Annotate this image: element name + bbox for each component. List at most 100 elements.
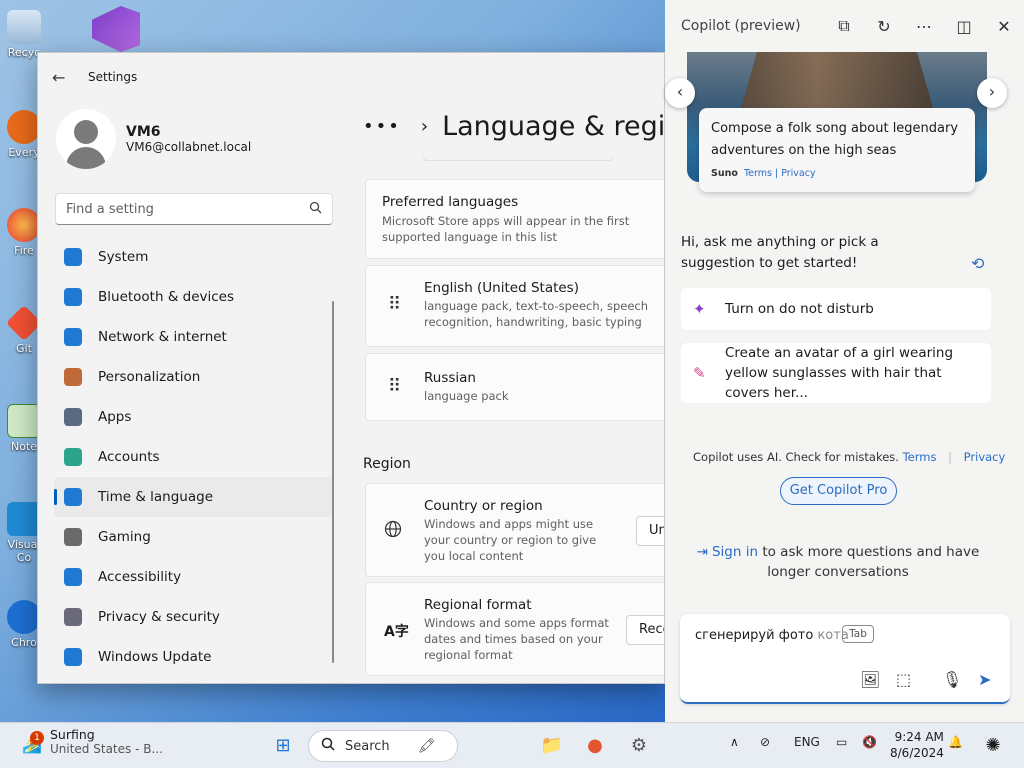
copilot-header: Copilot (preview) ⧉ ↻ ⋯ ◫ ✕ xyxy=(665,0,1024,52)
chevron-right-icon: › xyxy=(420,116,429,137)
firefox-icon[interactable]: ● xyxy=(580,731,610,761)
bluetooth-icon xyxy=(64,288,82,306)
suggestion-avatar[interactable]: ✎ Create an avatar of a girl wearing yel… xyxy=(681,343,991,403)
settings-window: ← Settings VM6 VM6@collabnet.local Find … xyxy=(37,52,665,684)
display-tray-icon[interactable]: ▭ xyxy=(836,735,847,749)
divider: | xyxy=(948,450,953,464)
settings-search-input[interactable]: Find a setting xyxy=(55,193,333,225)
weather-widget[interactable]: Surfing United States - B... 🏄 1 xyxy=(22,727,163,756)
weather-title: Surfing xyxy=(50,727,95,742)
file-explorer-icon[interactable]: 📁 xyxy=(537,731,567,761)
language-item-english[interactable]: ⠿ English (United States) language pack,… xyxy=(365,265,664,347)
search-placeholder: Find a setting xyxy=(66,201,154,217)
carousel-prev-button[interactable]: ‹ xyxy=(665,78,695,108)
volume-tray-icon[interactable]: 🔇 xyxy=(862,735,877,749)
suggestion-do-not-disturb[interactable]: ✦ Turn on do not disturb xyxy=(681,288,991,330)
desktop-icon-label: Visual Co xyxy=(7,538,41,564)
settings-content: ••• › Language & region Preferred langua… xyxy=(363,53,664,683)
clock-date: 8/6/2024 xyxy=(890,746,944,760)
user-name: VM6 xyxy=(126,124,161,140)
screenshot-icon[interactable]: ⬚ xyxy=(896,670,911,689)
search-icon xyxy=(321,737,335,755)
card-terms-link[interactable]: Terms xyxy=(744,168,772,179)
avatar xyxy=(56,109,116,169)
sidebar-item[interactable]: Privacy & security xyxy=(54,597,334,637)
desktop-icon-label: Chro xyxy=(11,636,37,649)
desktop-icon-label: Recyc xyxy=(7,46,41,59)
regional-format-row[interactable]: A字 Regional format Windows and some apps… xyxy=(365,582,664,676)
chat-input[interactable]: сгенерируй фото кота Tab 🖼 ⬚ 🎙 ➤ xyxy=(680,614,1010,704)
regional-format-dropdown[interactable]: Reco xyxy=(626,615,664,645)
signin-prompt: ⇥ Sign in to ask more questions and have … xyxy=(683,542,993,582)
sidebar-item[interactable]: Time & language xyxy=(54,477,334,517)
sidebar-item[interactable]: Windows Update xyxy=(54,637,334,677)
sidebar-item[interactable]: Personalization xyxy=(54,357,334,397)
card-privacy-link[interactable]: Privacy xyxy=(781,168,815,179)
suggestion-card[interactable]: Compose a folk song about legendary adve… xyxy=(699,108,975,192)
regional-format-title: Regional format xyxy=(424,597,532,613)
drag-handle-icon[interactable]: ⠿ xyxy=(388,376,402,397)
nav-scrollbar[interactable] xyxy=(332,301,334,663)
greeting-text: Hi, ask me anything or pick a suggestion… xyxy=(681,234,879,271)
breadcrumb-overflow-icon[interactable]: ••• xyxy=(363,116,401,137)
sidebar-item[interactable]: Apps xyxy=(54,397,334,437)
back-arrow-icon[interactable]: ← xyxy=(52,68,74,87)
tab-key-hint: Tab xyxy=(842,625,874,643)
sidebar-item-label: Time & language xyxy=(98,489,214,505)
sidebar-toggle-icon[interactable]: ◫ xyxy=(944,17,984,36)
clock-time: 9:24 AM xyxy=(894,730,944,744)
sidebar-item[interactable]: System xyxy=(54,237,334,277)
chat-input-text[interactable]: сгенерируй фото кота xyxy=(695,628,849,643)
country-region-row[interactable]: Country or region Windows and apps might… xyxy=(365,483,664,577)
open-new-window-icon[interactable]: ⧉ xyxy=(824,16,864,36)
copilot-taskbar-icon[interactable]: ✺ xyxy=(978,731,1008,761)
language-item-russian[interactable]: ⠿ Russian language pack xyxy=(365,353,664,421)
more-options-icon[interactable]: ⋯ xyxy=(904,17,944,36)
suggestion-card-meta: Suno Terms | Privacy xyxy=(711,168,963,179)
sidebar-item[interactable]: Gaming xyxy=(54,517,334,557)
clock[interactable]: 9:24 AM 8/6/2024 xyxy=(890,729,944,761)
close-icon[interactable]: ✕ xyxy=(984,17,1024,36)
refresh-suggestions-icon[interactable]: ⟲ xyxy=(971,254,984,273)
signin-icon: ⇥ xyxy=(696,544,708,560)
start-button[interactable]: ⊞ xyxy=(268,731,298,761)
terms-link[interactable]: Terms xyxy=(903,450,937,464)
drag-handle-icon[interactable]: ⠿ xyxy=(388,294,402,315)
get-copilot-pro-button[interactable]: Get Copilot Pro xyxy=(780,477,897,505)
signin-link[interactable]: Sign in xyxy=(712,544,758,560)
personalization-icon xyxy=(64,368,82,386)
desktop-icon-label: Every xyxy=(8,146,40,159)
taskbar-search[interactable]: Search 🖍 xyxy=(308,730,458,762)
visual-studio-preview-icon[interactable] xyxy=(92,6,140,52)
privacy-link[interactable]: Privacy xyxy=(964,450,1006,464)
regional-format-icon: A字 xyxy=(384,624,409,640)
window-title: Settings xyxy=(88,70,138,84)
language-name: Russian xyxy=(424,370,476,386)
sidebar-item[interactable]: Accounts xyxy=(54,437,334,477)
show-hidden-icons[interactable]: ∧ xyxy=(730,735,739,749)
settings-taskbar-icon[interactable]: ⚙ xyxy=(624,731,654,761)
sidebar-item-label: Apps xyxy=(98,409,132,425)
sidebar-item[interactable]: Bluetooth & devices xyxy=(54,277,334,317)
sidebar-item[interactable]: Network & internet xyxy=(54,317,334,357)
send-icon[interactable]: ➤ xyxy=(978,670,991,689)
country-dropdown[interactable]: Un xyxy=(636,516,664,546)
microphone-icon[interactable]: 🎙 xyxy=(942,670,962,689)
card-separator: | xyxy=(774,168,779,179)
sidebar-item[interactable]: Accessibility xyxy=(54,557,334,597)
notifications-bell-icon[interactable]: 🔔 xyxy=(948,735,963,749)
refresh-icon[interactable]: ↻ xyxy=(864,17,904,36)
sidebar-item-label: Network & internet xyxy=(98,329,227,345)
sidebar-item-label: Windows Update xyxy=(98,649,212,665)
add-image-icon[interactable]: 🖼 xyxy=(860,670,880,689)
previous-item-edge xyxy=(423,157,613,161)
desktop-icon-label: Note xyxy=(10,440,38,453)
weather-subtitle: United States - B... xyxy=(50,742,163,756)
disclaimer-text: Copilot uses AI. Check for mistakes. xyxy=(693,450,899,464)
time-language-icon xyxy=(64,488,82,506)
user-profile[interactable]: VM6 VM6@collabnet.local xyxy=(56,109,251,169)
carousel-next-button[interactable]: › xyxy=(977,78,1007,108)
network-tray-icon[interactable]: ⊘ xyxy=(760,735,770,749)
country-region-title: Country or region xyxy=(424,498,543,514)
language-indicator[interactable]: ENG xyxy=(794,735,820,749)
